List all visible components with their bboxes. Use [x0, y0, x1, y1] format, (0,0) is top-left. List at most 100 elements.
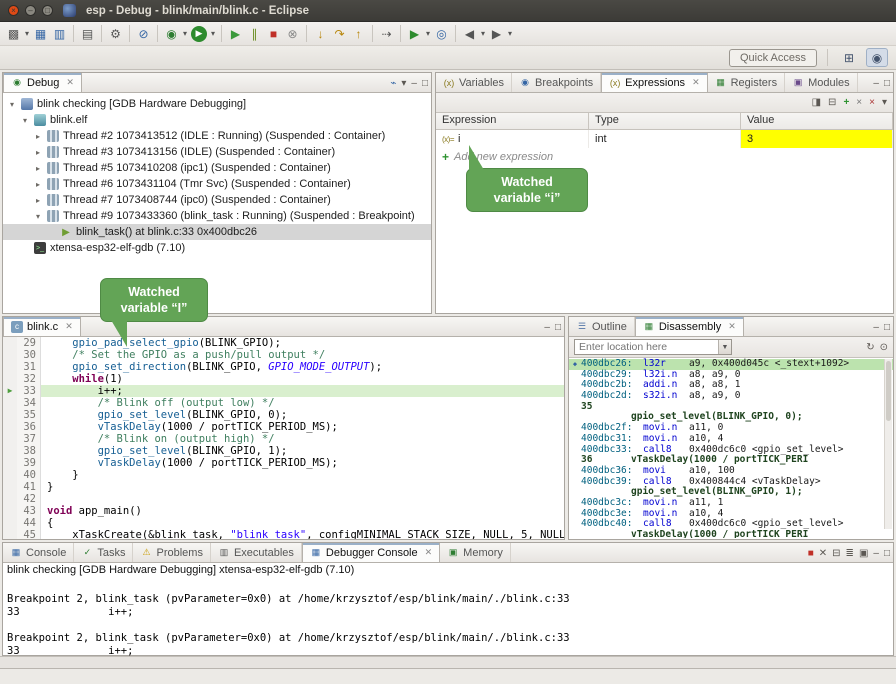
tab-expressions[interactable]: (x)Expressions✕	[601, 73, 707, 92]
forward-menu-icon[interactable]: ▾	[506, 29, 514, 38]
resume-icon[interactable]: ▶	[226, 24, 245, 43]
tab-debugger-console[interactable]: ▦Debugger Console✕	[302, 543, 440, 562]
debug-tree-row[interactable]: >_xtensa-esp32-elf-gdb (7.10)	[3, 240, 431, 256]
column-expression[interactable]: Expression	[436, 113, 589, 129]
minimize-icon[interactable]: –	[873, 78, 879, 89]
window-maximize-button[interactable]: □	[42, 5, 53, 16]
window-minimize-button[interactable]: –	[25, 5, 36, 16]
expression-row[interactable]: (x)=iint3	[436, 130, 893, 148]
tab-breakpoints[interactable]: ◉Breakpoints	[512, 73, 601, 92]
tab-blink-c[interactable]: c blink.c ✕	[3, 317, 81, 336]
suspend-icon[interactable]: ∥	[245, 24, 264, 43]
collapse-all-icon[interactable]: ⊟	[828, 97, 836, 108]
print-icon[interactable]: ▤	[78, 24, 97, 43]
minimize-icon[interactable]: –	[544, 322, 550, 333]
chevron-down-icon[interactable]: ▼	[718, 340, 731, 354]
tab-console[interactable]: ▦Console	[3, 543, 74, 562]
forward-icon[interactable]: ▶	[487, 24, 506, 43]
collapsed-arrow-icon[interactable]: ▸	[33, 196, 43, 205]
debug-tree-row[interactable]: ▸Thread #5 1073410208 (ipc1) (Suspended …	[3, 160, 431, 176]
scroll-lock-icon[interactable]: ≣	[846, 548, 854, 559]
maximize-icon[interactable]: □	[884, 78, 890, 89]
maximize-icon[interactable]: □	[884, 548, 890, 559]
back-menu-icon[interactable]: ▾	[479, 29, 487, 38]
skip-all-breakpoints-icon[interactable]: ⊘	[134, 24, 153, 43]
back-icon[interactable]: ◀	[460, 24, 479, 43]
add-expression-row[interactable]: + Add new expression	[436, 148, 893, 166]
close-icon[interactable]: ✕	[728, 321, 736, 332]
maximize-icon[interactable]: □	[422, 78, 428, 89]
debug-tree-row[interactable]: ▸Thread #7 1073408744 (ipc0) (Suspended …	[3, 192, 431, 208]
step-over-icon[interactable]: ↷	[330, 24, 349, 43]
minimize-icon[interactable]: –	[411, 78, 417, 89]
view-menu-icon[interactable]: ▾	[882, 97, 887, 108]
expanded-arrow-icon[interactable]: ▾	[7, 100, 17, 109]
clear-console-icon[interactable]: ⊟	[832, 548, 840, 559]
debug-perspective-icon[interactable]: ◉	[866, 48, 888, 67]
close-icon[interactable]: ✕	[65, 321, 73, 332]
location-combo[interactable]: ▼	[574, 339, 732, 355]
disassembly-listing[interactable]: ◆400dbc26:l32ra9, 0x400d045c <_stext+109…	[569, 358, 893, 538]
debug-menu-icon[interactable]: ▾	[181, 29, 189, 38]
minimize-icon[interactable]: –	[873, 548, 879, 559]
external-tools-icon[interactable]: ▶	[405, 24, 424, 43]
disconnect-icon[interactable]: ⊗	[283, 24, 302, 43]
pin-console-icon[interactable]: ▣	[859, 548, 868, 559]
maximize-icon[interactable]: □	[555, 322, 561, 333]
collapsed-arrow-icon[interactable]: ▸	[33, 148, 43, 157]
remove-launch-icon[interactable]: ✕	[819, 548, 827, 559]
column-type[interactable]: Type	[589, 113, 741, 129]
tab-problems[interactable]: ⚠Problems	[133, 543, 210, 562]
expanded-arrow-icon[interactable]: ▾	[33, 212, 43, 221]
run-icon[interactable]: ▶	[191, 26, 207, 42]
debug-tree[interactable]: ▾blink checking [GDB Hardware Debugging]…	[3, 93, 431, 313]
tab-outline[interactable]: ☰Outline	[569, 317, 635, 336]
collapsed-arrow-icon[interactable]: ▸	[33, 164, 43, 173]
debug-tree-row[interactable]: ▾Thread #9 1073433360 (blink_task : Runn…	[3, 208, 431, 224]
expanded-arrow-icon[interactable]: ▾	[20, 116, 30, 125]
build-icon[interactable]: ⚙	[106, 24, 125, 43]
debug-tree-row[interactable]: ▾blink.elf	[3, 112, 431, 128]
sync-icon[interactable]: ⊙	[880, 342, 888, 353]
tab-tasks[interactable]: ✓Tasks	[74, 543, 133, 562]
tab-memory[interactable]: ▣Memory	[440, 543, 511, 562]
tab-executables[interactable]: ▥Executables	[211, 543, 302, 562]
debug-icon[interactable]: ◉	[162, 24, 181, 43]
open-perspective-icon[interactable]: ⊞	[838, 48, 860, 67]
step-return-icon[interactable]: ↑	[349, 24, 368, 43]
quick-access-button[interactable]: Quick Access	[729, 49, 817, 67]
refresh-icon[interactable]: ↻	[866, 342, 874, 353]
collapsed-arrow-icon[interactable]: ▸	[33, 132, 43, 141]
save-all-icon[interactable]: ▥	[50, 24, 69, 43]
search-icon[interactable]: ◎	[432, 24, 451, 43]
connect-icon[interactable]: ⌁	[390, 78, 396, 89]
scrollbar[interactable]	[884, 359, 892, 529]
debug-tree-row[interactable]: ▸Thread #2 1073413512 (IDLE : Running) (…	[3, 128, 431, 144]
save-icon[interactable]: ▦	[31, 24, 50, 43]
new-icon[interactable]: ▩	[4, 24, 23, 43]
remove-expression-icon[interactable]: ×	[856, 97, 862, 108]
terminate-icon[interactable]: ■	[264, 24, 283, 43]
tab-debug[interactable]: ◉ Debug ✕	[3, 73, 82, 92]
window-close-button[interactable]: ×	[8, 5, 19, 16]
tab-modules[interactable]: ▣Modules	[785, 73, 858, 92]
show-type-names-icon[interactable]: ◨	[812, 97, 821, 108]
location-input[interactable]	[575, 340, 718, 354]
instruction-stepping-icon[interactable]: ⇢	[377, 24, 396, 43]
debug-tree-row[interactable]: ▸Thread #6 1073431104 (Tmr Svc) (Suspend…	[3, 176, 431, 192]
run-menu-icon[interactable]: ▾	[209, 29, 217, 38]
close-icon[interactable]: ✕	[425, 547, 433, 558]
view-menu-icon[interactable]: ▾	[401, 78, 406, 89]
minimize-icon[interactable]: –	[873, 322, 879, 333]
terminate-icon[interactable]: ■	[808, 548, 814, 559]
close-icon[interactable]: ✕	[66, 77, 74, 88]
new-menu-icon[interactable]: ▾	[23, 29, 31, 38]
debug-tree-row[interactable]: ▸Thread #3 1073413156 (IDLE) (Suspended …	[3, 144, 431, 160]
tab-disassembly[interactable]: ▦Disassembly✕	[635, 317, 744, 336]
code-editor[interactable]: 29 gpio_pad_select_gpio(BLINK_GPIO);30 /…	[3, 337, 564, 539]
maximize-icon[interactable]: □	[884, 322, 890, 333]
debug-tree-row[interactable]: ▶blink_task() at blink.c:33 0x400dbc26	[3, 224, 431, 240]
close-icon[interactable]: ✕	[692, 77, 700, 88]
tab-variables[interactable]: (x)Variables	[436, 73, 512, 92]
remove-all-expressions-icon[interactable]: ×	[869, 97, 875, 108]
